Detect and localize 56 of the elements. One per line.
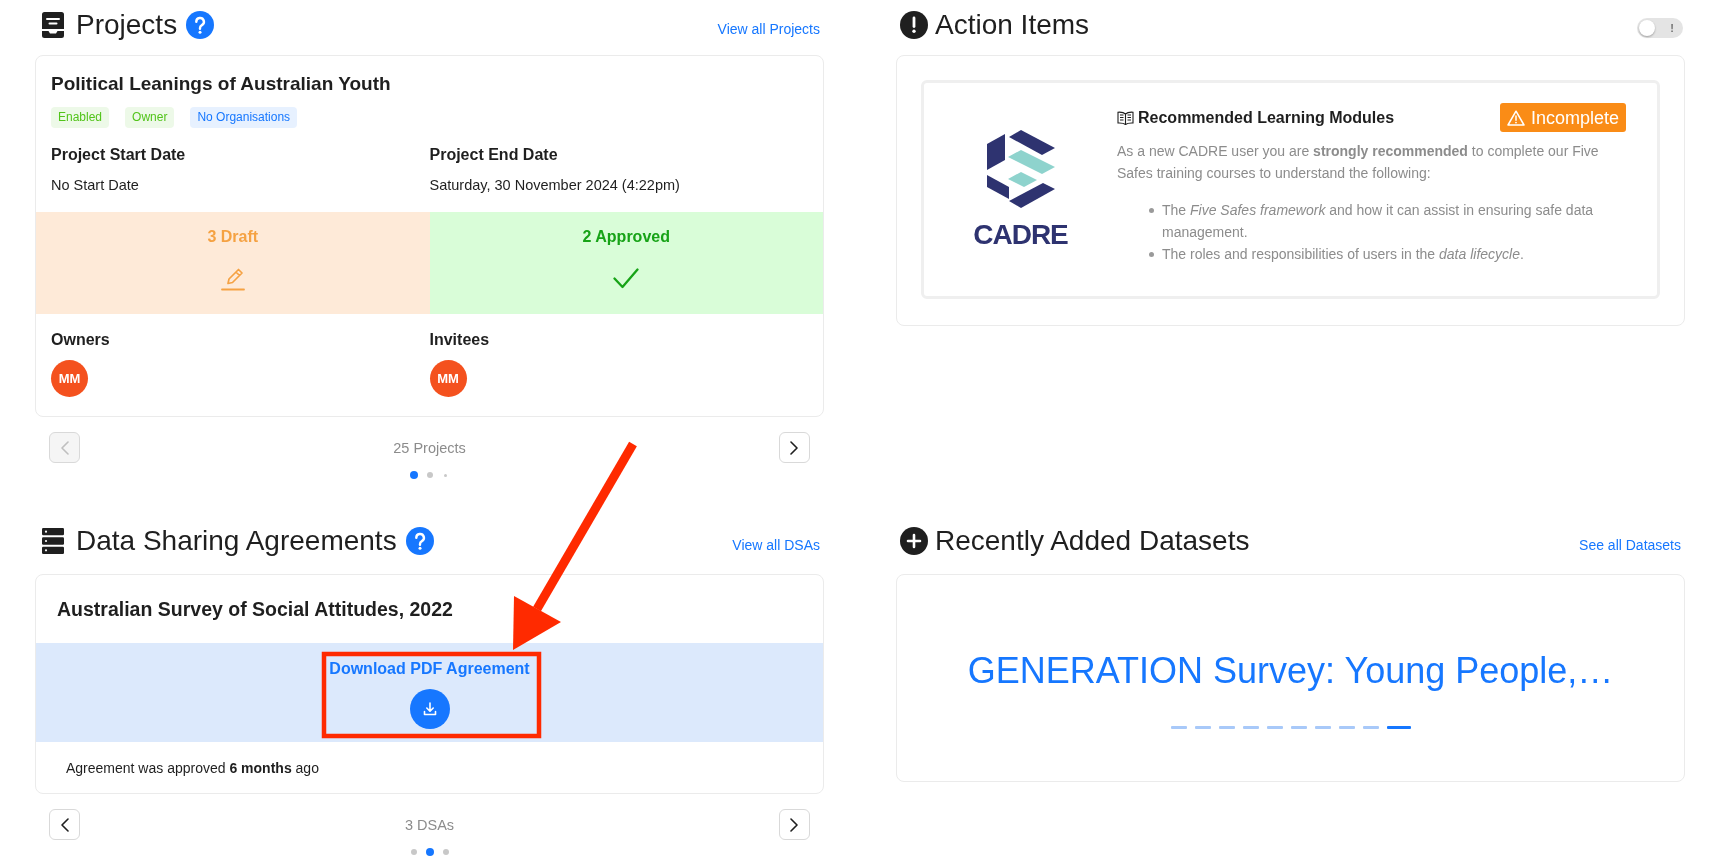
- tag: Enabled: [51, 107, 110, 128]
- avatar: MM: [429, 360, 467, 397]
- warning-icon: [1506, 109, 1525, 126]
- download-icon: [421, 701, 438, 717]
- field-label: Project Start Date: [51, 145, 187, 165]
- section-title: Recently Added Datasets: [935, 524, 1250, 558]
- view-all-link[interactable]: View all Projects: [717, 19, 820, 39]
- inbox-icon: [42, 12, 64, 38]
- download-link[interactable]: Download PDF Agreement: [329, 658, 530, 680]
- chevron-left-icon: [60, 440, 69, 455]
- approval-note: Agreement was approved 6 months ago: [65, 759, 320, 778]
- server-icon: [42, 528, 64, 554]
- page-count: 25 Projects: [393, 438, 466, 458]
- card-title: Political Leanings of Australian Youth: [50, 72, 392, 96]
- download-button[interactable]: [409, 689, 450, 729]
- status-label: 2 Approved: [582, 227, 670, 247]
- help-icon[interactable]: [405, 527, 434, 555]
- intro-text: As a new CADRE user you are strongly recommended to complete our Five Safes training courses to understand the following:: [1117, 142, 1600, 183]
- bullet-icon: [1149, 251, 1154, 257]
- list-item-text: The Five Safes framework and how it can assist in ensuring safe data management.: [1162, 201, 1595, 242]
- status-label: 3 Draft: [207, 227, 259, 247]
- list-item-text: The roles and responsibilities of users in the data lifecycle.: [1162, 245, 1524, 264]
- page-count: 3 DSAs: [404, 815, 455, 835]
- check-icon: [613, 268, 640, 289]
- field-label: Invitees: [429, 330, 491, 350]
- book-icon: [1117, 110, 1134, 125]
- view-all-link[interactable]: View all DSAs: [732, 535, 820, 555]
- help-icon[interactable]: [186, 11, 215, 39]
- chevron-right-icon: [790, 440, 799, 455]
- plus-circle-icon: [900, 527, 928, 555]
- next-button[interactable]: [779, 432, 810, 463]
- previous-button[interactable]: [49, 809, 80, 840]
- field-label: Owners: [51, 330, 111, 350]
- pencil-icon: [219, 266, 246, 292]
- toggle-switch[interactable]: !: [1637, 18, 1683, 38]
- tag: No Organisations: [190, 107, 298, 128]
- bullet-icon: [1149, 207, 1154, 213]
- section-title: Projects: [76, 8, 178, 42]
- badge-label: Incomplete: [1530, 106, 1619, 130]
- field-value: No Start Date: [51, 176, 140, 195]
- module-title: Recommended Learning Modules: [1138, 107, 1395, 128]
- exclamation-circle-icon: [900, 11, 928, 39]
- dataset-title[interactable]: GENERATION Survey: Young People,…: [967, 649, 1614, 693]
- logo-text: CADRE: [973, 220, 1068, 250]
- field-value: Saturday, 30 November 2024 (4:22pm): [429, 176, 681, 195]
- section-title: Action Items: [935, 8, 1090, 42]
- field-label: Project End Date: [429, 145, 559, 165]
- chevron-left-icon: [60, 817, 69, 832]
- next-button[interactable]: [779, 809, 810, 840]
- tag: Owner: [125, 107, 175, 128]
- section-title: Data Sharing Agreements: [76, 524, 397, 558]
- view-all-link[interactable]: See all Datasets: [1579, 535, 1681, 555]
- card-title: Australian Survey of Social Attitudes, 2022: [56, 597, 454, 622]
- hexagon-logo-icon: [985, 129, 1056, 208]
- chevron-right-icon: [790, 817, 799, 832]
- avatar: MM: [51, 360, 88, 397]
